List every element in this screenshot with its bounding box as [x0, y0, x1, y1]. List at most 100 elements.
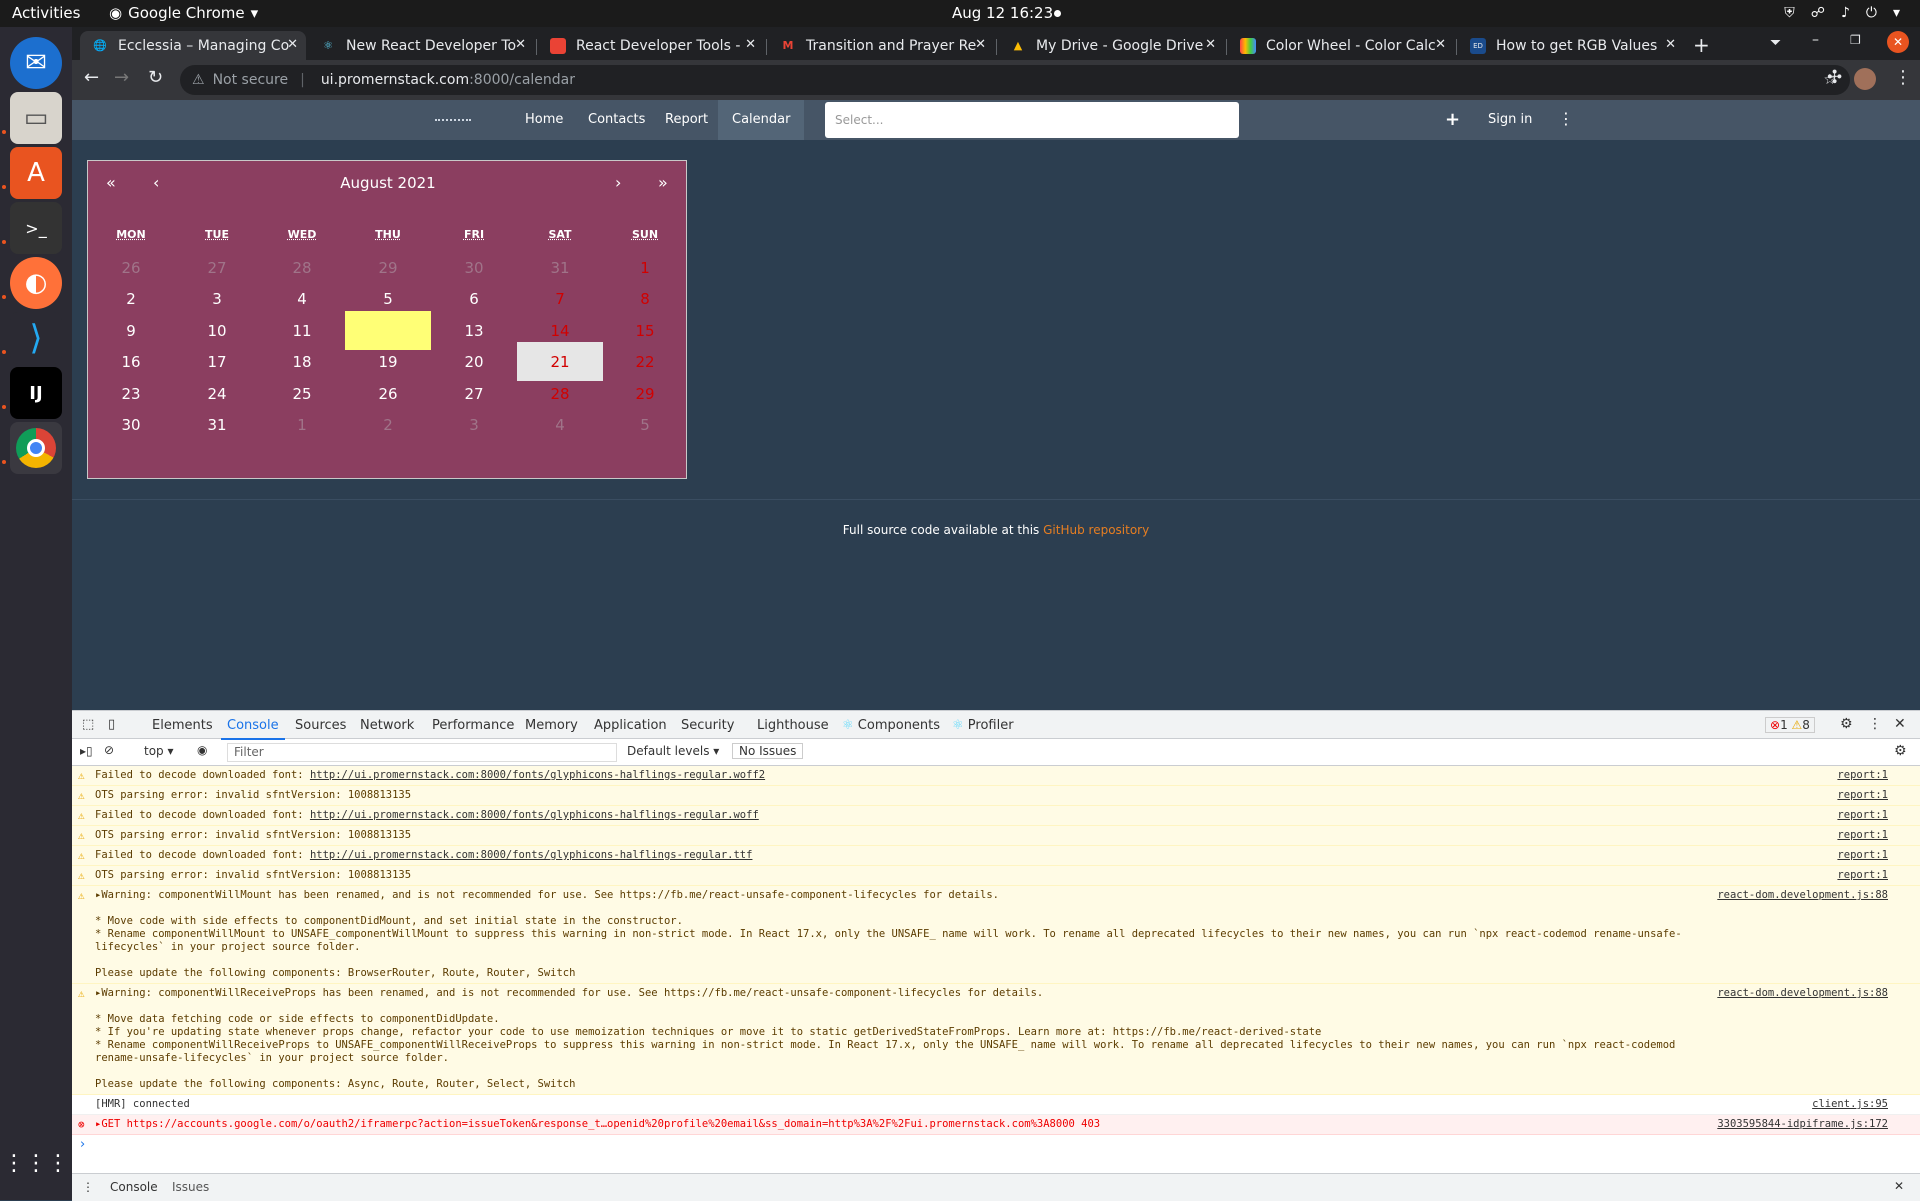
browser-tab[interactable]: ⚛ New React Developer To ✕: [308, 31, 534, 60]
month-label[interactable]: August 2021: [88, 174, 688, 192]
console-warning-row[interactable]: ⚠ ▸Warning: componentWillMount has been r…: [72, 886, 1920, 984]
console-log-row[interactable]: [HMR] connected client.js:95: [72, 1095, 1920, 1115]
close-tab-icon[interactable]: ✕: [1665, 37, 1676, 52]
calendar-day[interactable]: 1: [259, 405, 345, 444]
console-source-link[interactable]: report:1: [1837, 829, 1888, 842]
console-link[interactable]: http://ui.promernstack.com:8000/fonts/gl…: [310, 809, 759, 821]
console-source-link[interactable]: report:1: [1837, 769, 1888, 782]
prev-month-button[interactable]: ‹: [153, 173, 159, 192]
prev-year-button[interactable]: «: [106, 173, 116, 192]
settings-gear-icon[interactable]: ⚙: [1840, 716, 1853, 732]
browser-tab[interactable]: ▲ My Drive - Google Drive ✕: [998, 31, 1224, 60]
levels-dropdown[interactable]: Default levels ▾: [627, 744, 719, 758]
new-tab-icon[interactable]: +: [1693, 33, 1710, 57]
next-month-button[interactable]: ›: [615, 173, 621, 192]
sign-in-link[interactable]: Sign in: [1488, 100, 1532, 140]
close-devtools-icon[interactable]: ✕: [1894, 716, 1906, 732]
console-source-link[interactable]: client.js:95: [1812, 1098, 1888, 1111]
close-tab-icon[interactable]: ✕: [1205, 37, 1216, 52]
brand-logo[interactable]: [435, 117, 471, 121]
console-source-link[interactable]: report:1: [1837, 849, 1888, 862]
tab-network[interactable]: Network: [360, 718, 414, 733]
console-source-link[interactable]: 3303595844-idpiframe.js:172: [1717, 1118, 1888, 1131]
browser-tab[interactable]: 🌐 Ecclessia – Managing Co ✕: [80, 31, 306, 60]
nav-contacts[interactable]: Contacts: [588, 100, 645, 140]
console-warning-row[interactable]: ⚠ Failed to decode downloaded font: http:…: [72, 806, 1920, 826]
eye-icon[interactable]: ◉: [197, 743, 207, 757]
console-warning-row[interactable]: ⚠ Failed to decode downloaded font: http:…: [72, 766, 1920, 786]
firefox-icon[interactable]: ◐: [10, 257, 62, 309]
tab-profiler[interactable]: ⚛ Profiler: [952, 718, 1014, 733]
app-menu[interactable]: ◉ Google Chrome ▾: [109, 4, 258, 22]
close-tab-icon[interactable]: ✕: [975, 37, 986, 52]
thunderbird-icon[interactable]: ✉: [10, 37, 62, 89]
files-icon[interactable]: ▭: [10, 92, 62, 144]
address-bar[interactable]: ⚠ Not secure | ui.promernstack.com:8000/…: [180, 65, 1850, 95]
close-tab-icon[interactable]: ✕: [1435, 37, 1446, 52]
drawer-tab-issues[interactable]: Issues: [172, 1180, 209, 1194]
filter-input[interactable]: Filter: [227, 743, 617, 762]
next-year-button[interactable]: »: [658, 173, 668, 192]
close-tab-icon[interactable]: ✕: [287, 37, 298, 52]
calendar-day[interactable]: 2: [345, 405, 431, 444]
restore-icon[interactable]: ❐: [1850, 33, 1861, 47]
sidebar-toggle-icon[interactable]: ▸▯: [80, 744, 93, 758]
console-settings-icon[interactable]: ⚙: [1894, 743, 1907, 759]
inspect-icon[interactable]: ⬚: [82, 717, 94, 732]
console-warning-row[interactable]: ⚠ OTS parsing error: invalid sfntVersion:…: [72, 866, 1920, 886]
console-source-link[interactable]: react-dom.development.js:88: [1717, 987, 1888, 1000]
vscode-icon[interactable]: ⟩: [10, 312, 62, 364]
console-warning-row[interactable]: ⚠ OTS parsing error: invalid sfntVersion:…: [72, 786, 1920, 806]
nav-home[interactable]: Home: [525, 100, 563, 140]
terminal-icon[interactable]: >_: [10, 202, 62, 254]
console-source-link[interactable]: report:1: [1837, 809, 1888, 822]
devtools-menu-icon[interactable]: ⋮: [1868, 716, 1882, 732]
browser-tab[interactable]: React Developer Tools - ✕: [538, 31, 764, 60]
extensions-icon[interactable]: ✣: [1827, 67, 1842, 88]
back-icon[interactable]: ←: [84, 67, 99, 88]
add-icon[interactable]: +: [1445, 109, 1460, 130]
context-select[interactable]: top ▾: [144, 744, 174, 758]
tab-search-icon[interactable]: ⏷: [1770, 35, 1781, 51]
avatar[interactable]: [1854, 68, 1876, 90]
console-source-link[interactable]: report:1: [1837, 789, 1888, 802]
tab-security[interactable]: Security: [681, 718, 734, 733]
issues-button[interactable]: No Issues: [732, 743, 804, 759]
close-tab-icon[interactable]: ✕: [515, 37, 526, 52]
browser-tab[interactable]: ED How to get RGB Values ✕: [1458, 31, 1684, 60]
nav-calendar[interactable]: Calendar: [718, 100, 805, 140]
close-drawer-icon[interactable]: ✕: [1894, 1179, 1904, 1193]
app-grid-icon[interactable]: ⋮⋮⋮: [3, 1137, 69, 1189]
close-window-icon[interactable]: ✕: [1887, 31, 1909, 53]
browser-menu-icon[interactable]: ⋮: [1894, 67, 1912, 88]
tab-application[interactable]: Application: [594, 718, 667, 733]
close-tab-icon[interactable]: ✕: [745, 37, 756, 52]
tab-performance[interactable]: Performance: [432, 718, 514, 733]
intellij-icon[interactable]: IJ: [10, 367, 62, 419]
software-icon[interactable]: A: [10, 147, 62, 199]
issue-counter[interactable]: ⊗1 ⚠8: [1765, 717, 1815, 733]
clear-console-icon[interactable]: ⊘: [104, 743, 114, 757]
console-warning-row[interactable]: ⚠ Failed to decode downloaded font: http:…: [72, 846, 1920, 866]
browser-tab[interactable]: Color Wheel - Color Calc ✕: [1228, 31, 1454, 60]
calendar-day[interactable]: 3: [431, 405, 517, 444]
calendar-day[interactable]: 4: [517, 405, 603, 444]
console-link[interactable]: http://ui.promernstack.com:8000/fonts/gl…: [310, 769, 765, 781]
more-menu-icon[interactable]: ⋮: [1558, 109, 1574, 128]
tab-components[interactable]: ⚛ Components: [842, 718, 940, 733]
forward-icon[interactable]: →: [114, 67, 129, 88]
tab-lighthouse[interactable]: Lighthouse: [757, 718, 829, 733]
console-error-row[interactable]: ⊗ ▸GET https://accounts.google.com/o/oaut…: [72, 1115, 1920, 1135]
console-link[interactable]: http://ui.promernstack.com:8000/fonts/gl…: [310, 849, 753, 861]
tab-elements[interactable]: Elements: [152, 718, 213, 733]
nav-report[interactable]: Report: [665, 100, 708, 140]
chrome-icon[interactable]: [10, 422, 62, 474]
drawer-tab-console[interactable]: Console: [110, 1180, 158, 1194]
drawer-menu-icon[interactable]: ⋮: [82, 1180, 94, 1194]
device-toolbar-icon[interactable]: ▯: [108, 717, 115, 732]
browser-tab[interactable]: M Transition and Prayer Re ✕: [768, 31, 994, 60]
tab-memory[interactable]: Memory: [525, 718, 578, 733]
console-source-link[interactable]: report:1: [1837, 869, 1888, 882]
console-warning-row[interactable]: ⚠ OTS parsing error: invalid sfntVersion:…: [72, 826, 1920, 846]
calendar-day[interactable]: 31: [174, 405, 260, 444]
